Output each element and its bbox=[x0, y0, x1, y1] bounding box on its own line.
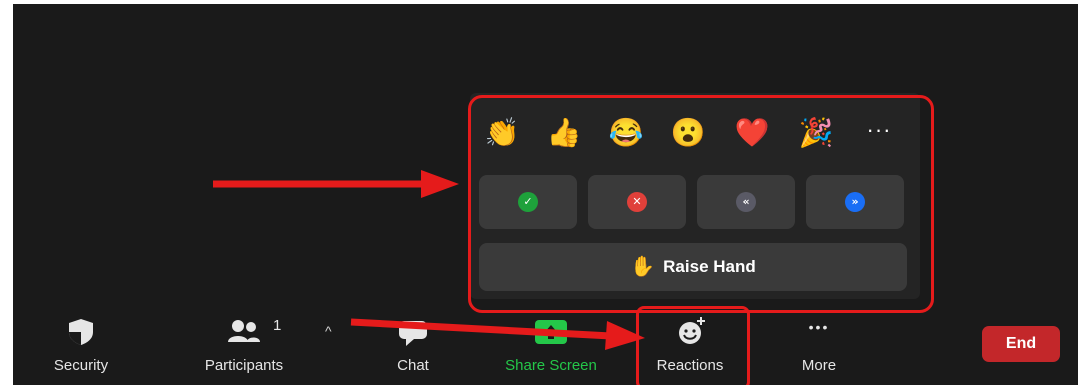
reactions-smiley-icon bbox=[679, 317, 705, 344]
heart-emoji[interactable]: ❤️ bbox=[734, 115, 770, 151]
end-meeting-button[interactable]: End bbox=[982, 326, 1060, 362]
participants-button[interactable]: 1 Participants bbox=[189, 309, 299, 385]
check-icon: ✓ bbox=[518, 192, 538, 212]
speed-up-button[interactable]: » bbox=[806, 175, 904, 229]
joy-emoji[interactable]: 😂 bbox=[608, 115, 644, 151]
more-button[interactable]: ••• More bbox=[779, 309, 859, 385]
slow-down-button[interactable]: « bbox=[697, 175, 795, 229]
rewind-icon: « bbox=[736, 192, 756, 212]
shield-icon bbox=[69, 319, 93, 345]
chat-bubble-icon bbox=[399, 321, 427, 346]
x-icon: ✕ bbox=[627, 192, 647, 212]
share-screen-label: Share Screen bbox=[505, 357, 597, 374]
raise-hand-button[interactable]: ✋ Raise Hand bbox=[479, 243, 907, 291]
security-label: Security bbox=[53, 357, 109, 374]
thumbs-up-emoji[interactable]: 👍 bbox=[546, 115, 582, 151]
annotation-arrow-upper bbox=[213, 170, 459, 198]
share-screen-icon bbox=[535, 320, 567, 344]
yes-button[interactable]: ✓ bbox=[479, 175, 577, 229]
reactions-label: Reactions bbox=[656, 357, 724, 374]
participants-label: Participants bbox=[204, 357, 284, 374]
participants-count: 1 bbox=[273, 317, 282, 334]
meeting-toolbar: Security 1 Participants ^ Chat Share Scr… bbox=[13, 309, 1078, 385]
raise-hand-label: Raise Hand bbox=[663, 257, 756, 276]
security-button[interactable]: Security bbox=[41, 309, 121, 385]
raised-hand-icon: ✋ bbox=[630, 256, 656, 278]
more-dots-icon: ••• bbox=[808, 319, 830, 335]
share-screen-button[interactable]: Share Screen bbox=[491, 309, 611, 385]
more-emojis-button[interactable]: ··· bbox=[864, 115, 894, 151]
chat-label: Chat bbox=[397, 357, 429, 374]
reactions-button[interactable]: Reactions bbox=[639, 309, 741, 385]
meeting-window: 👏 👍 😂 😮 ❤️ 🎉 ··· ✓ ✕ « » ✋ Raise Hand Se… bbox=[13, 4, 1078, 385]
party-popper-emoji[interactable]: 🎉 bbox=[798, 115, 834, 151]
clap-emoji[interactable]: 👏 bbox=[484, 115, 520, 151]
more-label: More bbox=[801, 357, 837, 374]
emoji-row: 👏 👍 😂 😮 ❤️ 🎉 ··· bbox=[484, 115, 904, 155]
chat-button[interactable]: Chat bbox=[373, 309, 453, 385]
no-button[interactable]: ✕ bbox=[588, 175, 686, 229]
fast-forward-icon: » bbox=[845, 192, 865, 212]
participants-caret-icon[interactable]: ^ bbox=[325, 323, 332, 339]
open-mouth-emoji[interactable]: 😮 bbox=[670, 115, 706, 151]
reactions-popup: 👏 👍 😂 😮 ❤️ 🎉 ··· ✓ ✕ « » ✋ Raise Hand bbox=[470, 93, 920, 299]
participants-icon bbox=[228, 320, 260, 342]
